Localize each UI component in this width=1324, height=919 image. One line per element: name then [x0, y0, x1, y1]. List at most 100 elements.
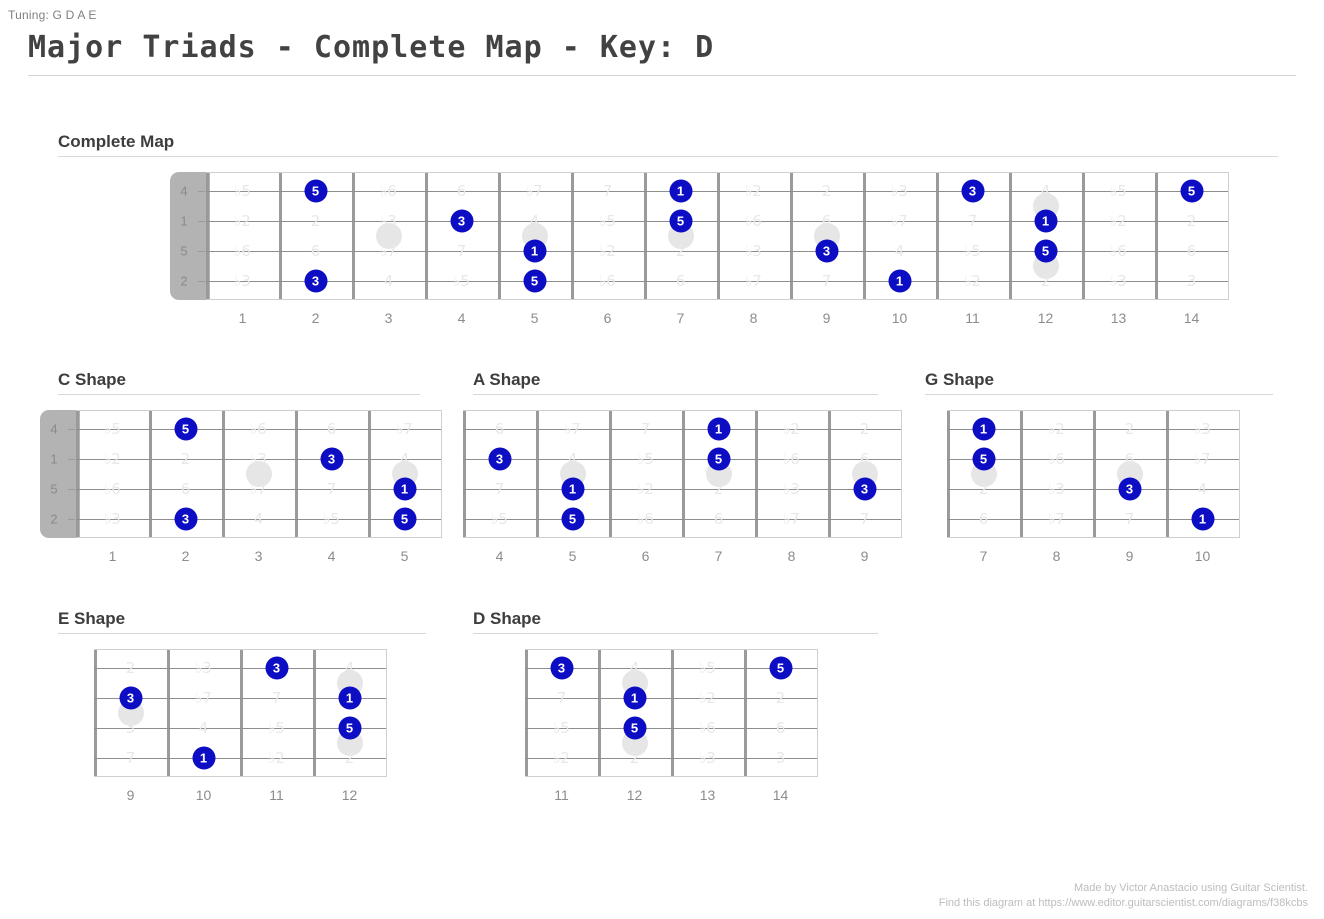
interval-label: ♭3 [104, 510, 121, 528]
fret-number: 8 [749, 310, 758, 326]
section-title-g-shape: G Shape [925, 370, 994, 389]
note-marker[interactable]: 3 [489, 448, 510, 470]
note-marker[interactable]: 1 [1192, 508, 1213, 530]
interval-label: ♭2 [964, 272, 981, 290]
note-marker[interactable]: 1 [973, 418, 994, 440]
interval-label: 6 [775, 719, 786, 737]
interval-label: ♭2 [553, 749, 570, 767]
note-marker[interactable]: 1 [1035, 210, 1056, 232]
note-marker[interactable]: 5 [973, 448, 994, 470]
interval-label: ♭7 [1194, 450, 1211, 468]
interval-label: ♭5 [599, 212, 616, 230]
interval-label: 2 [125, 659, 136, 677]
note-marker[interactable]: 5 [1181, 180, 1202, 202]
open-string-tick [198, 221, 205, 222]
footer-link[interactable]: Find this diagram at https://www.editor.… [939, 896, 1308, 911]
section-title-complete-map: Complete Map [58, 132, 175, 151]
note-marker[interactable]: 5 [624, 717, 645, 739]
note-marker[interactable]: 5 [339, 717, 360, 739]
interval-label: 4 [399, 450, 410, 468]
note-marker[interactable]: 3 [266, 657, 287, 679]
interval-label: 3 [125, 719, 136, 737]
fret-number: 12 [341, 787, 358, 803]
note-marker[interactable]: 1 [708, 418, 729, 440]
interval-label: ♭5 [553, 719, 570, 737]
interval-label: ♭2 [1110, 212, 1127, 230]
interval-label: 6 [713, 510, 724, 528]
note-marker[interactable]: 5 [175, 418, 196, 440]
note-marker[interactable]: 5 [770, 657, 791, 679]
note-marker[interactable]: 1 [394, 478, 415, 500]
note-marker[interactable]: 3 [120, 687, 141, 709]
fret-number: 1 [238, 310, 247, 326]
board-edge [76, 537, 441, 538]
fretboard-a-shape[interactable]: 6 ♭7 7 ♭2 2 4 ♭5 ♭6 6 7 ♭2 2 ♭3 ♭5 ♭6 6 ♭7 7 1 3 5 1 3 5 4 5 6 7 8 9 [463, 410, 902, 572]
interval-label: ♭6 [699, 719, 716, 737]
interval-label: ♭2 [234, 212, 251, 230]
note-marker[interactable]: 1 [562, 478, 583, 500]
interval-label: ♭2 [637, 480, 654, 498]
note-marker[interactable]: 1 [889, 270, 910, 292]
note-marker[interactable]: 3 [175, 508, 196, 530]
note-marker[interactable]: 3 [305, 270, 326, 292]
note-marker[interactable]: 3 [816, 240, 837, 262]
interval-label: 7 [326, 480, 337, 498]
interval-label: ♭5 [637, 450, 654, 468]
interval-label: 4 [383, 272, 394, 290]
note-marker[interactable]: 1 [624, 687, 645, 709]
note-marker[interactable]: 5 [1035, 240, 1056, 262]
fret-number: 12 [626, 787, 643, 803]
interval-label: 6 [326, 420, 337, 438]
interval-label: ♭3 [380, 212, 397, 230]
fretboard-d-shape[interactable]: 4 ♭5 7 ♭2 2 ♭5 ♭6 6 ♭2 2 ♭3 3 3 5 1 5 11 12 13 14 [525, 649, 818, 811]
note-marker[interactable]: 5 [305, 180, 326, 202]
interval-label: 2 [775, 689, 786, 707]
note-marker[interactable]: 1 [670, 180, 691, 202]
interval-label: ♭6 [783, 450, 800, 468]
interval-label: ♭3 [195, 659, 212, 677]
interval-label: 2 [821, 182, 832, 200]
section-title-a-shape: A Shape [473, 370, 541, 389]
note-marker[interactable]: 1 [339, 687, 360, 709]
open-string-tick [68, 459, 75, 460]
section-g-shape: G Shape ♭2 2 ♭3 ♭6 6 ♭7 2 ♭3 4 6 ♭7 7 1 5 3 1 7 8 9 10 [925, 370, 1273, 564]
fretboard-e-shape[interactable]: 2 ♭3 4 ♭7 7 3 4 ♭5 7 ♭2 2 3 3 1 5 1 9 10 11 12 [94, 649, 387, 811]
board-edge [94, 649, 386, 650]
note-marker[interactable]: 5 [562, 508, 583, 530]
fretboard-g-shape[interactable]: ♭2 2 ♭3 ♭6 6 ♭7 2 ♭3 4 6 ♭7 7 1 5 3 1 7 8 9 10 [947, 410, 1240, 572]
board-edge [94, 776, 386, 777]
note-marker[interactable]: 5 [670, 210, 691, 232]
note-marker[interactable]: 1 [524, 240, 545, 262]
interval-label: ♭2 [268, 749, 285, 767]
interval-label: 2 [629, 749, 640, 767]
fret-number: 8 [787, 548, 796, 564]
open-string-label: 2 [50, 511, 58, 527]
interval-label: ♭3 [1110, 272, 1127, 290]
interval-label: 7 [967, 212, 978, 230]
note-marker[interactable]: 1 [193, 747, 214, 769]
string-line [463, 429, 901, 430]
section-complete-map: Complete Map 4 1 5 2 ♭5 ♭6 6 ♭7 7 ♭2 2 ♭3 4 ♭5 ♭2 2 ♭3 4 ♭5… [58, 132, 1278, 326]
interval-label: 4 [198, 719, 209, 737]
section-d-shape: D Shape 4 ♭5 7 ♭2 2 ♭5 ♭6 6 ♭2 2 ♭3 3 3 5 1 5 11 12 13 14 [473, 609, 878, 803]
note-marker[interactable]: 3 [551, 657, 572, 679]
fret-number: 9 [860, 548, 869, 564]
note-marker[interactable]: 3 [1119, 478, 1140, 500]
note-marker[interactable]: 3 [854, 478, 875, 500]
string-line [94, 758, 386, 759]
interval-label: 7 [125, 749, 136, 767]
interval-label: 2 [1186, 212, 1197, 230]
fret-number: 7 [979, 548, 988, 564]
interval-label: 2 [1124, 420, 1135, 438]
note-marker[interactable]: 3 [451, 210, 472, 232]
fretboard-complete-map[interactable]: 4 1 5 2 ♭5 ♭6 6 ♭7 7 ♭2 2 ♭3 4 ♭5 ♭2 2 ♭3 4 ♭5 ♭6 6 ♭7 7 ♭2 2 ♭6 6… [170, 172, 1229, 334]
note-marker[interactable]: 3 [962, 180, 983, 202]
fret-number: 10 [891, 310, 908, 326]
note-marker[interactable]: 5 [394, 508, 415, 530]
fretboard-c-shape[interactable]: 4 1 5 2 ♭5 ♭6 6 ♭7 ♭2 2 ♭3 4 ♭6 6 ♭7 7 ♭3 4 ♭5 5 3 1 3 5 1 2 3 4 5 [40, 410, 442, 572]
note-marker[interactable]: 3 [321, 448, 342, 470]
interval-label: 6 [1186, 242, 1197, 260]
interval-label: 7 [821, 272, 832, 290]
note-marker[interactable]: 5 [524, 270, 545, 292]
note-marker[interactable]: 5 [708, 448, 729, 470]
